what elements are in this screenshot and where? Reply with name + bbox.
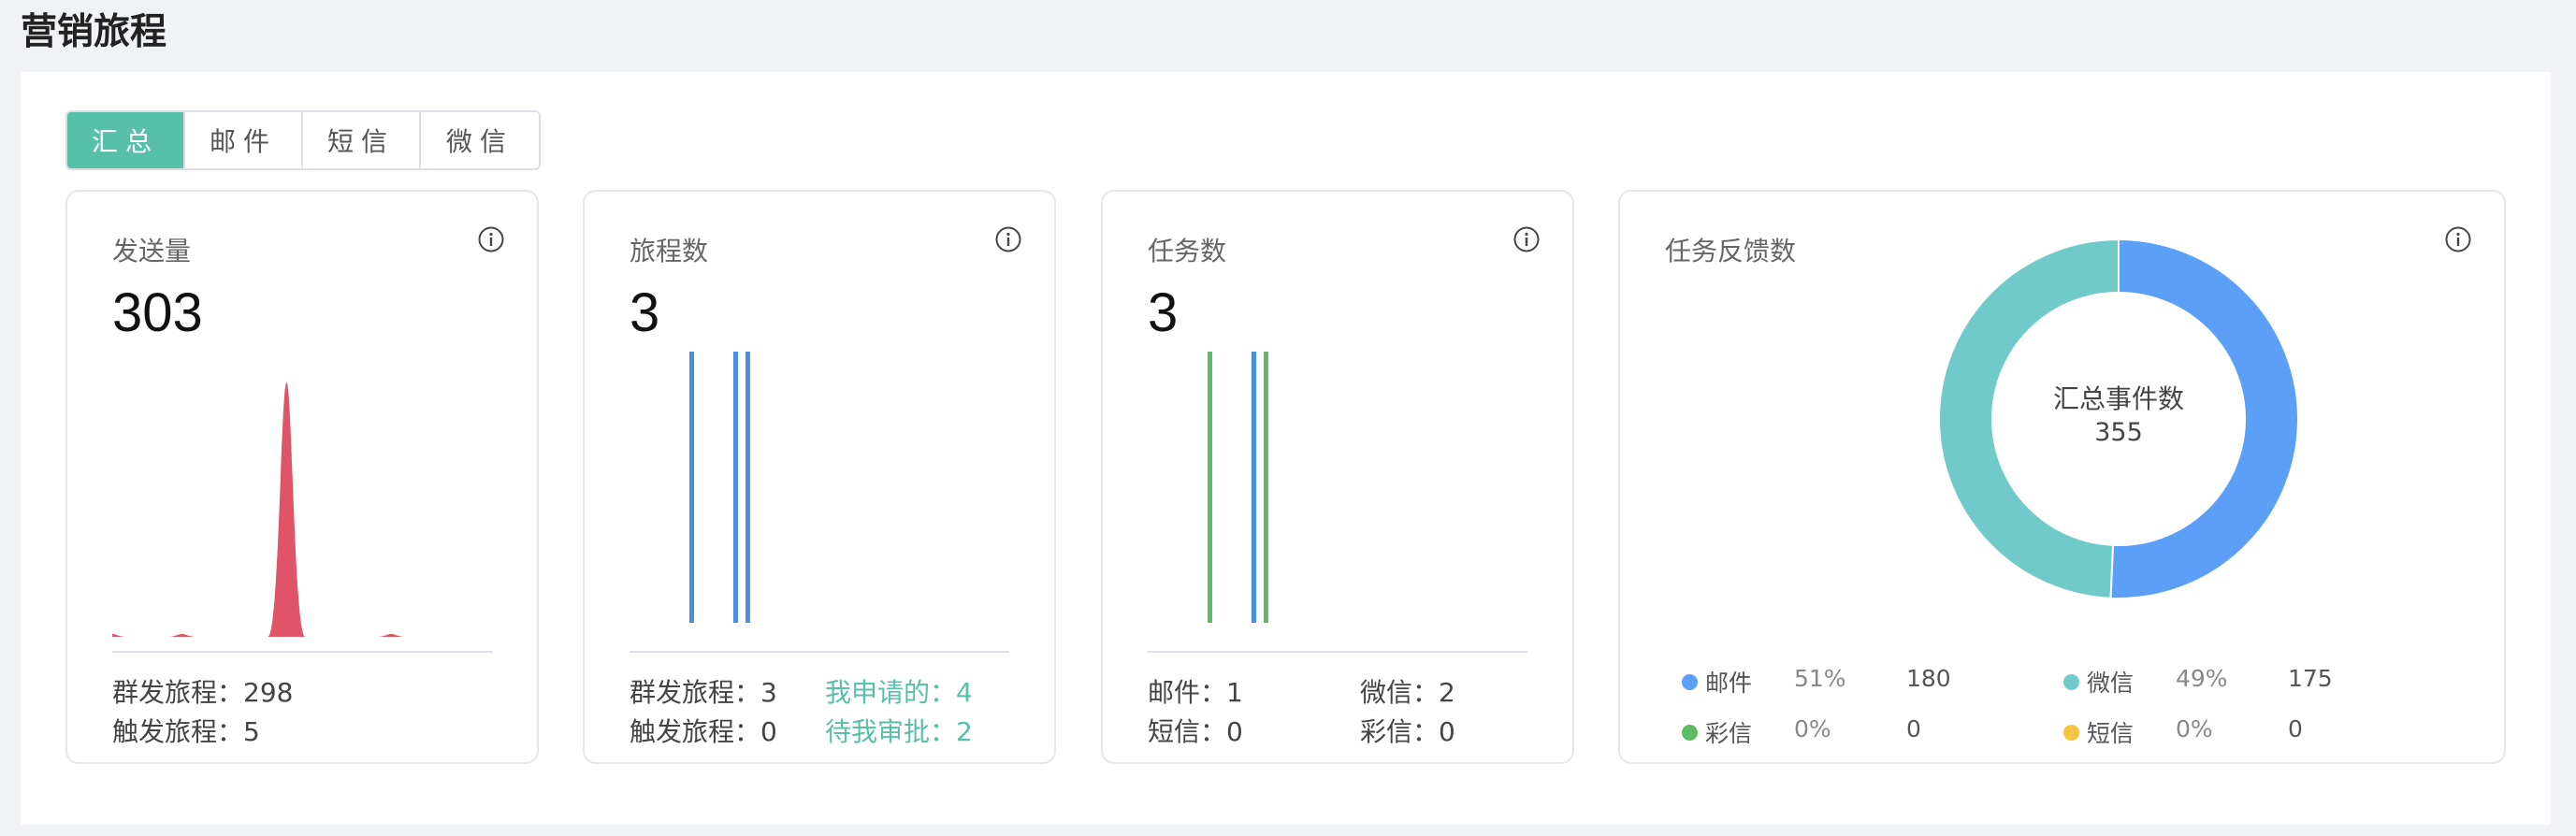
- card-value: 303: [112, 282, 203, 343]
- tab-wechat[interactable]: 微信: [421, 112, 539, 168]
- stat-value: 0: [1226, 716, 1243, 747]
- stat-trigger-journey: 触发旅程：0: [630, 712, 777, 749]
- card-title: 旅程数: [630, 236, 709, 267]
- bar: [745, 352, 750, 623]
- legend-dot: [2063, 724, 2079, 741]
- legend-label: 短信: [2087, 720, 2135, 747]
- stat-label: 短信：: [1148, 716, 1227, 747]
- stat-value: 4: [956, 677, 973, 708]
- legend-label: 微信: [2087, 670, 2135, 697]
- legend-item-email[interactable]: 邮件: [1682, 665, 1752, 699]
- task-bar-chart: [1208, 352, 1268, 623]
- stat-value: 0: [1439, 716, 1455, 747]
- stat-trigger-journey: 触发旅程：5: [112, 712, 260, 749]
- legend-percent: 51%: [1794, 665, 1846, 692]
- legend-value: 0: [1906, 715, 1921, 742]
- legend-item-wechat[interactable]: 微信: [2063, 665, 2134, 699]
- tab-summary[interactable]: 汇总: [67, 112, 185, 168]
- stat-label: 待我审批：: [825, 716, 957, 747]
- stat-label: 群发旅程：: [112, 677, 244, 708]
- legend-dot: [2063, 673, 2079, 690]
- card-value: 3: [1148, 282, 1179, 343]
- stat-label: 触发旅程：: [630, 716, 761, 747]
- info-icon[interactable]: [477, 225, 505, 253]
- legend-label: 邮件: [1705, 670, 1753, 697]
- journey-count-card: 旅程数 3 群发旅程：3 触发旅程：0 我申请的：4 待我审批：2: [583, 190, 1056, 764]
- stat-value: 5: [243, 716, 260, 747]
- card-title: 任务数: [1148, 236, 1227, 267]
- stat-mms: 彩信：0: [1360, 712, 1455, 749]
- feedback-card: 任务反馈数 汇总事件数 355 邮件 51% 180 微信 49% 175 彩信…: [1618, 190, 2506, 764]
- legend-item-mms[interactable]: 彩信: [1682, 715, 1752, 749]
- divider: [630, 651, 1009, 653]
- stat-pending-approval-link[interactable]: 待我审批：2: [825, 712, 973, 749]
- info-icon[interactable]: [994, 225, 1022, 253]
- divider: [112, 651, 492, 653]
- legend-percent: 49%: [2176, 665, 2228, 692]
- stat-label: 彩信：: [1360, 716, 1440, 747]
- info-icon[interactable]: [2444, 225, 2472, 253]
- legend-value: 0: [2288, 715, 2303, 742]
- stat-email: 邮件：1: [1148, 672, 1243, 710]
- stat-value: 1: [1226, 677, 1243, 708]
- bar: [689, 352, 694, 623]
- card-title: 任务反馈数: [1665, 236, 1797, 267]
- sparkline-spike: [268, 382, 306, 637]
- sparkline-spike: [166, 634, 197, 637]
- legend-percent: 0%: [1794, 715, 1831, 742]
- stat-value: 2: [956, 716, 973, 747]
- stat-label: 触发旅程：: [112, 716, 244, 747]
- send-volume-card: 发送量 303 群发旅程：298 触发旅程：5: [65, 190, 539, 764]
- stat-value: 298: [243, 677, 294, 708]
- legend-label: 彩信: [1705, 720, 1753, 747]
- donut-center-value: 355: [2094, 418, 2143, 447]
- stat-label: 我申请的：: [825, 677, 957, 708]
- legend-dot: [1682, 673, 1698, 690]
- task-count-card: 任务数 3 邮件：1 短信：0 微信：2 彩信：0: [1101, 190, 1574, 764]
- legend-percent: 0%: [2176, 715, 2213, 742]
- tab-sms[interactable]: 短信: [303, 112, 421, 168]
- legend-item-sms[interactable]: 短信: [2063, 715, 2134, 749]
- stat-label: 群发旅程：: [630, 677, 761, 708]
- legend-value: 180: [1906, 665, 1951, 692]
- stat-sms: 短信：0: [1148, 712, 1243, 749]
- bar: [1208, 352, 1212, 623]
- card-title: 发送量: [112, 236, 192, 267]
- stat-mass-journey: 群发旅程：3: [630, 672, 777, 710]
- sparkline-spike: [112, 634, 127, 637]
- stat-label: 邮件：: [1148, 677, 1227, 708]
- channel-tabs: 汇总 邮件 短信 微信: [65, 110, 541, 170]
- journey-bar-chart: [689, 352, 750, 623]
- stat-value: 3: [760, 677, 777, 708]
- legend-value: 175: [2288, 665, 2333, 692]
- bar: [733, 352, 738, 623]
- legend-dot: [1682, 724, 1698, 741]
- card-value: 3: [630, 282, 660, 343]
- donut-center-label: 汇总事件数: [2052, 383, 2184, 414]
- divider: [1148, 651, 1527, 653]
- info-icon[interactable]: [1512, 225, 1541, 253]
- send-volume-sparkline: [112, 382, 407, 637]
- stat-mass-journey: 群发旅程：298: [112, 672, 293, 710]
- sparkline-spike: [376, 634, 407, 637]
- stat-label: 微信：: [1360, 677, 1440, 708]
- page-title: 营销旅程: [21, 11, 167, 53]
- stat-value: 2: [1439, 677, 1455, 708]
- stat-my-applications-link[interactable]: 我申请的：4: [825, 672, 973, 710]
- tab-email[interactable]: 邮件: [185, 112, 303, 168]
- stat-value: 0: [760, 716, 777, 747]
- bar: [1264, 352, 1268, 623]
- bar: [1252, 352, 1256, 623]
- stat-wechat: 微信：2: [1360, 672, 1455, 710]
